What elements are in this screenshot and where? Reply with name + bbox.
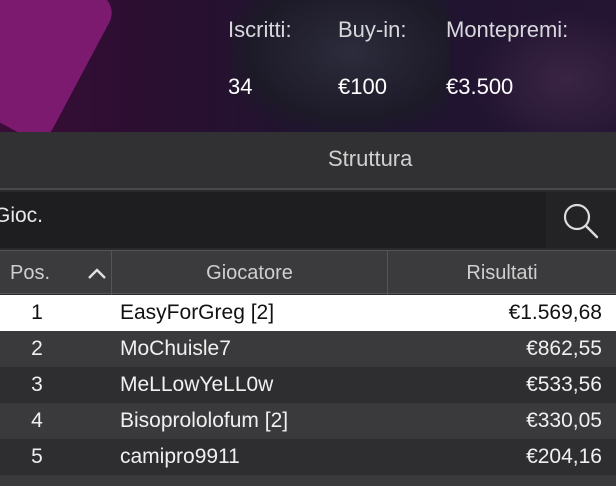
results-table: 1 EasyForGreg [2] €1.569,68 2 MoChuisle7…	[0, 295, 616, 486]
table-row[interactable]	[0, 475, 616, 486]
row-result: €204,16	[526, 445, 602, 468]
stat-values: 34 €100 €3.500	[228, 74, 616, 100]
row-pos: 4	[31, 409, 43, 432]
table-row[interactable]: 2 MoChuisle7 €862,55	[0, 331, 616, 367]
tab-structure[interactable]: Struttura	[328, 146, 412, 172]
row-pos: 2	[31, 337, 43, 360]
row-player: MoChuisle7	[120, 337, 231, 360]
registered-label: Iscritti:	[228, 17, 292, 42]
row-result: €1.569,68	[508, 301, 602, 324]
search-icon	[563, 203, 599, 239]
registered-value: 34	[228, 74, 253, 99]
row-result: €862,55	[526, 337, 602, 360]
row-pos: 3	[31, 373, 43, 396]
stat-labels: Iscritti: Buy-in: Montepremi:	[228, 17, 616, 43]
row-player: Bisoprololofum [2]	[120, 409, 289, 432]
banner-decoration	[0, 0, 119, 132]
search-row: Gioc.	[0, 192, 616, 248]
search-input[interactable]: Gioc.	[0, 192, 546, 248]
column-header-result[interactable]: Risultati	[388, 251, 616, 295]
column-header-pos[interactable]: Pos.	[0, 251, 112, 295]
row-pos: 1	[31, 301, 43, 324]
prizepool-label: Montepremi:	[446, 17, 569, 42]
table-row[interactable]: 5 camipro9911 €204,16	[0, 439, 616, 475]
buyin-label: Buy-in:	[338, 17, 407, 42]
column-header-player[interactable]: Giocatore	[112, 251, 388, 295]
search-input-value: Gioc.	[0, 204, 44, 227]
prizepool-value: €3.500	[446, 74, 514, 99]
table-header: Pos. Giocatore Risultati	[0, 250, 616, 295]
row-pos: 5	[31, 445, 43, 468]
tournament-banner: Iscritti: Buy-in: Montepremi: 34 €100 €3…	[0, 0, 616, 132]
buyin-value: €100	[338, 74, 387, 99]
column-header-pos-label: Pos.	[10, 262, 51, 284]
row-player: EasyForGreg [2]	[120, 301, 275, 324]
row-result: €330,05	[526, 409, 602, 432]
row-player: camipro9911	[120, 445, 240, 468]
row-player: MeLLowYeLL0w	[120, 373, 274, 396]
row-result: €533,56	[526, 373, 602, 396]
search-button[interactable]	[546, 192, 616, 248]
table-row[interactable]: 3 MeLLowYeLL0w €533,56	[0, 367, 616, 403]
table-row[interactable]: 1 EasyForGreg [2] €1.569,68	[0, 295, 616, 331]
table-row[interactable]: 4 Bisoprololofum [2] €330,05	[0, 403, 616, 439]
tab-bar: Struttura	[0, 132, 616, 190]
